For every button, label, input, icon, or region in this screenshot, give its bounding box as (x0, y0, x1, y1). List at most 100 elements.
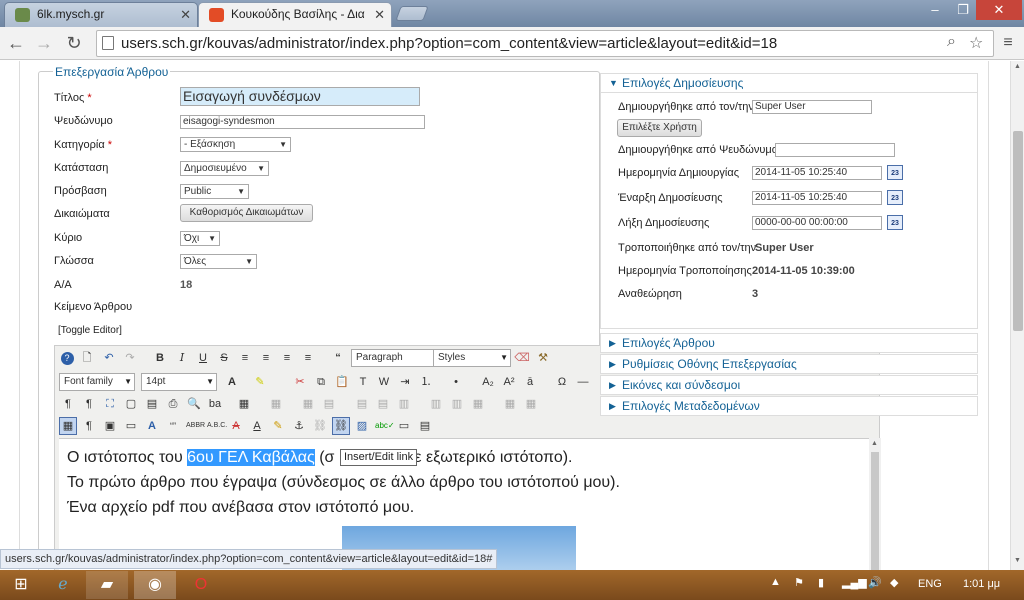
clock[interactable]: 1:01 μμ (963, 578, 1000, 590)
style-props-icon[interactable]: A (143, 417, 161, 435)
cut-icon[interactable]: ✂ (291, 373, 309, 391)
insert-col-icon[interactable]: ▥ (395, 395, 413, 413)
featured-select[interactable]: Όχι ▼ (180, 231, 220, 246)
cite-icon[interactable]: “” (164, 417, 182, 435)
images-links-header[interactable]: ▶ Εικόνες και σύνδεσμοι (600, 375, 978, 395)
restore-icon[interactable]: ❐ (950, 0, 976, 20)
spellcheck-icon[interactable]: abc✓ (374, 417, 395, 435)
strikethrough-icon[interactable]: S (215, 349, 233, 367)
preview-icon[interactable]: ▢ (122, 395, 140, 413)
help-icon[interactable]: ? (58, 349, 76, 367)
scroll-down-icon[interactable]: ▼ (1014, 557, 1021, 564)
created-by-input[interactable]: Super User (752, 100, 872, 114)
redo-icon[interactable]: ↷ (121, 349, 139, 367)
row-props-icon[interactable]: ▦ (267, 395, 285, 413)
internet-explorer-icon[interactable]: ℯ (42, 571, 84, 599)
horizontal-rule-icon[interactable]: — (574, 373, 592, 391)
ins-icon[interactable]: A (248, 417, 266, 435)
dropbox-icon[interactable]: ◆ (890, 576, 898, 589)
battery-icon[interactable]: ▮ (818, 576, 824, 589)
publish-up-input[interactable]: 2014-11-05 10:25:40 (752, 191, 882, 205)
abbr-icon[interactable]: ABBR (185, 417, 205, 435)
align-left-icon[interactable]: ≡ (236, 349, 254, 367)
search-icon[interactable]: ⌕ (947, 33, 956, 51)
tray-arrow-icon[interactable]: ▲ (770, 576, 781, 588)
table-delete-icon[interactable]: ▦ (522, 395, 540, 413)
pagebreak-icon[interactable]: ▭ (395, 417, 413, 435)
table-icon[interactable]: ▦ (235, 395, 253, 413)
back-arrow-icon[interactable]: ← (4, 32, 28, 54)
cleanup-broom-icon[interactable]: ⚒ (534, 349, 552, 367)
insert-image-icon[interactable]: ▨ (353, 417, 371, 435)
indent-icon[interactable]: ⇥ (396, 373, 414, 391)
publishing-options-header[interactable]: ▼ Επιλογές Δημοσίευσης (600, 73, 978, 93)
chrome-icon[interactable]: ◉ (134, 571, 176, 599)
align-center-icon[interactable]: ≡ (257, 349, 275, 367)
address-bar[interactable]: users.sch.gr/kouvas/administrator/index.… (96, 30, 994, 57)
network-icon[interactable]: ▂▄▆ (842, 576, 867, 589)
template-icon[interactable]: ▤ (143, 395, 161, 413)
anchor-icon[interactable]: ⚓ (290, 417, 308, 435)
find-icon[interactable]: 🔍 (185, 395, 203, 413)
align-justify-icon[interactable]: ≡ (299, 349, 317, 367)
language-select[interactable]: Όλες ▼ (180, 254, 257, 269)
underline-icon[interactable]: U (194, 349, 212, 367)
paste-text-icon[interactable]: T (354, 373, 372, 391)
ltr-icon[interactable]: ¶ (59, 395, 77, 413)
highlight-color-icon[interactable]: ✎ (251, 373, 269, 391)
acronym-icon[interactable]: A.B.C. (206, 417, 227, 435)
rtl-icon[interactable]: ¶ (80, 395, 98, 413)
minimize-icon[interactable]: – (920, 0, 950, 20)
media-icon[interactable]: ▭ (122, 417, 140, 435)
scroll-up-icon[interactable]: ▲ (1014, 63, 1021, 70)
tab-6lk[interactable]: 6lk.mysch.gr ✕ (4, 2, 198, 27)
window-close-icon[interactable]: ✕ (976, 0, 1022, 20)
omega-icon[interactable]: Ω (553, 373, 571, 391)
menu-icon[interactable]: ≡ (996, 32, 1020, 54)
reload-icon[interactable]: ↻ (62, 32, 86, 54)
title-input[interactable]: Εισαγωγή συνδέσμων (180, 87, 420, 106)
undo-icon[interactable]: ↶ (100, 349, 118, 367)
tab-article-editor[interactable]: Κουκούδης Βασίλης - Δια ✕ (198, 2, 392, 27)
insert-row-after-icon[interactable]: ▤ (353, 395, 371, 413)
new-document-icon[interactable]: 🗋 (78, 349, 96, 367)
insert-layer-icon[interactable]: ▣ (101, 417, 119, 435)
align-right-icon[interactable]: ≡ (278, 349, 296, 367)
visual-aid-icon[interactable]: ▦ (59, 417, 77, 435)
flag-icon[interactable]: ⚑ (794, 576, 804, 589)
charmap-icon[interactable]: ā (521, 373, 539, 391)
new-tab-button[interactable] (395, 6, 429, 21)
category-select[interactable]: - Εξάσκηση ▼ (180, 137, 291, 152)
ordered-list-icon[interactable]: ⒈ (417, 373, 435, 391)
article-options-header[interactable]: ▶ Επιλογές Άρθρου (600, 333, 978, 353)
close-icon[interactable]: ✕ (180, 3, 191, 26)
blockquote-icon[interactable]: “ (329, 349, 347, 367)
delete-col-icon[interactable]: ▥ (448, 395, 466, 413)
page-scrollbar[interactable]: ▲ ▼ (1010, 61, 1024, 570)
toggle-editor-link[interactable]: [Toggle Editor] (58, 325, 122, 336)
scrollbar-thumb[interactable] (1013, 131, 1023, 331)
editing-layout-header[interactable]: ▶ Ρυθμίσεις Οθόνης Επεξεργασίας (600, 354, 978, 374)
unordered-list-icon[interactable]: • (447, 373, 465, 391)
readmore-icon[interactable]: ▤ (416, 417, 434, 435)
superscript-icon[interactable]: A² (500, 373, 518, 391)
access-select[interactable]: Public ▼ (180, 184, 249, 199)
attribs-icon[interactable]: ✎ (269, 417, 287, 435)
text-color-icon[interactable]: A (223, 373, 241, 391)
calendar-icon[interactable]: 23 (887, 165, 903, 180)
editor-scrollbar[interactable]: ▲ (869, 438, 881, 570)
volume-icon[interactable]: 🔊 (868, 576, 882, 589)
cell-props-icon[interactable]: ▦ (299, 395, 317, 413)
set-permissions-button[interactable]: Καθορισμός Δικαιωμάτων (180, 204, 313, 222)
replace-icon[interactable]: ba (206, 395, 224, 413)
metadata-options-header[interactable]: ▶ Επιλογές Μεταδεδομένων (600, 396, 978, 416)
show-blocks-icon[interactable]: ¶ (80, 417, 98, 435)
paste-word-icon[interactable]: W (375, 373, 393, 391)
merge-cells-icon[interactable]: ▦ (501, 395, 519, 413)
opera-icon[interactable]: O (180, 571, 222, 599)
del-icon[interactable]: A (227, 417, 245, 435)
fullscreen-icon[interactable]: ⛶ (101, 395, 119, 413)
file-explorer-icon[interactable]: ▰ (86, 571, 128, 599)
bold-icon[interactable]: B (151, 349, 169, 367)
styles-select[interactable]: Styles ▼ (433, 349, 511, 367)
